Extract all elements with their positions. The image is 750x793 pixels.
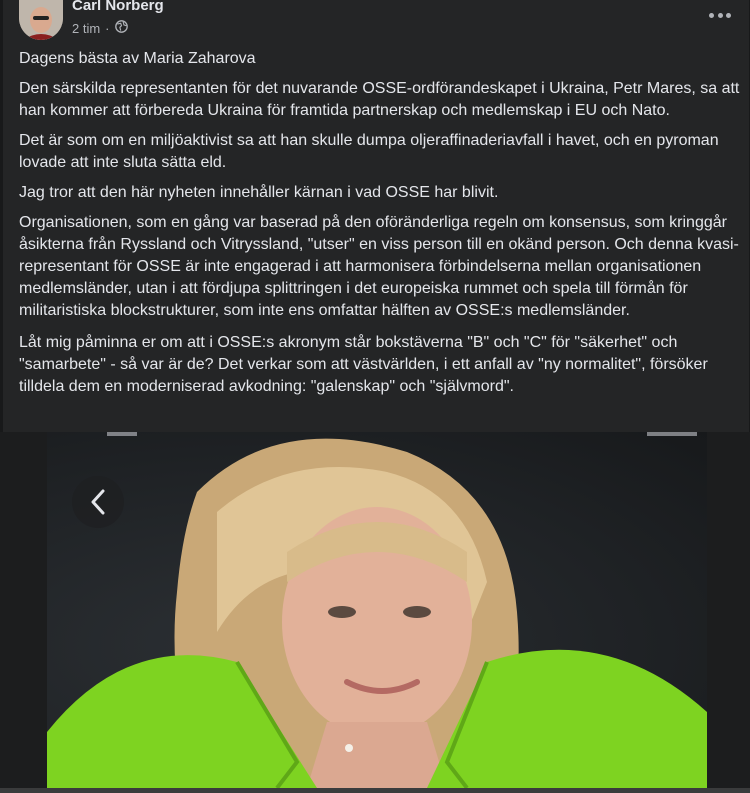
avatar-image <box>19 0 63 40</box>
post-meta: 2 tim · <box>72 20 128 36</box>
post-body: Dagens bästa av Maria Zaharova Den särsk… <box>19 48 743 406</box>
post-time[interactable]: 2 tim <box>72 21 100 36</box>
globe-icon[interactable] <box>114 20 128 36</box>
post-paragraph: Dagens bästa av Maria Zaharova <box>19 50 256 67</box>
author-name[interactable]: Carl Norberg <box>72 0 164 14</box>
post-paragraph: Låt mig påminna er om att i OSSE:s akron… <box>19 334 708 395</box>
bottom-divider <box>0 788 750 793</box>
photo-illustration <box>47 432 707 788</box>
avatar[interactable] <box>19 0 63 40</box>
post-photo[interactable] <box>47 432 707 788</box>
post-paragraph: Organisationen, som en gång var baserad … <box>19 214 739 319</box>
more-options-icon[interactable] <box>709 6 731 24</box>
post-card: Carl Norberg 2 tim · Dagens bästa av Mar… <box>3 0 749 432</box>
post-paragraph: Den särskilda representanten för det nuv… <box>19 80 740 119</box>
chevron-left-icon[interactable] <box>72 476 124 528</box>
post-media[interactable] <box>0 432 750 788</box>
post-paragraph: Det är som om en miljöaktivist sa att ha… <box>19 132 719 171</box>
meta-separator: · <box>105 20 110 36</box>
post-paragraph: Jag tror att den här nyheten innehåller … <box>19 184 499 201</box>
